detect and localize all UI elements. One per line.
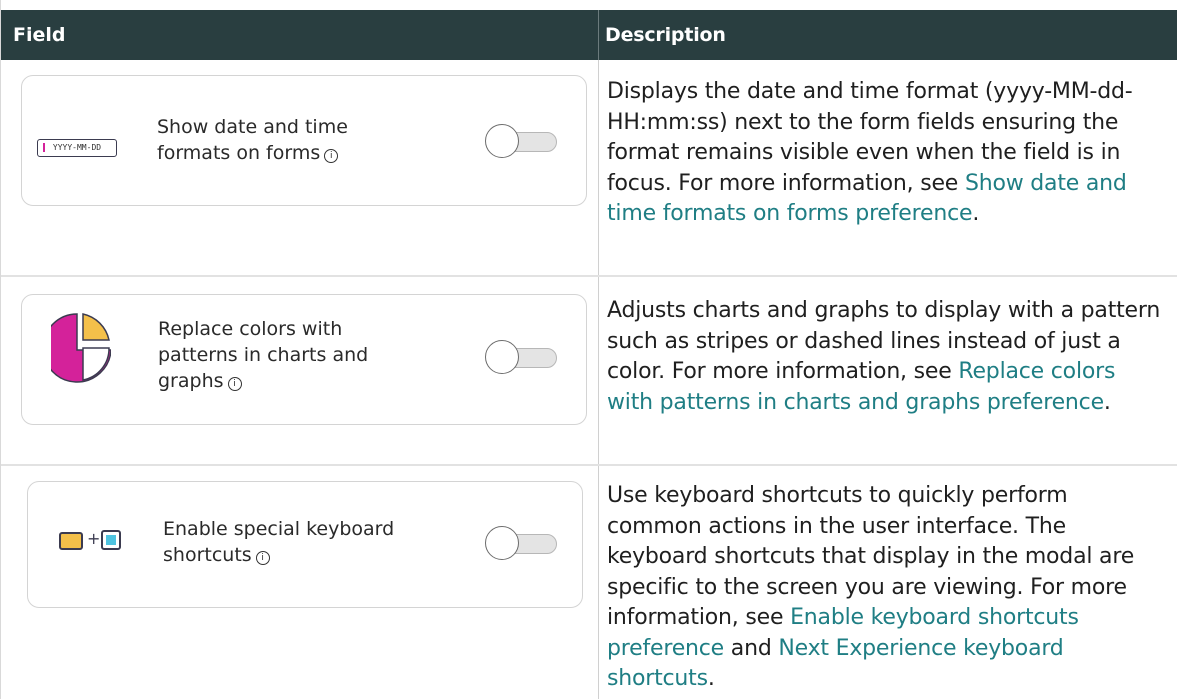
date-format-icon: YYYY-MM-DD (37, 139, 117, 157)
description-period: . (707, 666, 715, 691)
info-icon[interactable]: i (324, 149, 339, 163)
toggle-knob (485, 124, 519, 158)
keyboard-shortcuts-label-line2: shortcuts (163, 544, 252, 566)
description-period: . (1103, 389, 1111, 415)
row-divider (1, 464, 1177, 466)
keyboard-shortcuts-description: Use keyboard shortcuts to quickly perfor… (607, 481, 1167, 695)
description-period: . (972, 201, 980, 226)
patterns-label-line2: patterns in charts and (158, 344, 369, 366)
patterns-label-line1: Replace colors with (158, 318, 343, 340)
date-format-toggle[interactable] (485, 124, 559, 158)
patterns-description: Adjusts charts and graphs to display wit… (607, 296, 1167, 418)
keyboard-shortcuts-toggle[interactable] (485, 526, 559, 560)
pie-chart-icon (51, 313, 111, 383)
header-description: Description (605, 24, 726, 46)
key-icon (101, 530, 121, 550)
info-icon[interactable]: i (227, 377, 242, 391)
date-format-label: Show date and time formats on forms i (157, 114, 348, 166)
patterns-label-line3: graphs (158, 370, 224, 392)
patterns-label: Replace colors with patterns in charts a… (158, 316, 368, 394)
keyboard-shortcuts-label-line1: Enable special keyboard (163, 518, 395, 540)
table-header: Field Description (1, 10, 1177, 60)
plus-sign: + (87, 529, 101, 548)
description-conjunction: and (724, 635, 779, 661)
column-divider (598, 60, 599, 699)
date-format-label-line2: formats on forms (157, 142, 321, 164)
row-divider (1, 275, 1177, 277)
keyboard-icon (59, 532, 83, 550)
date-format-label-line1: Show date and time (157, 116, 348, 138)
header-column-divider (598, 10, 599, 60)
date-format-description: Displays the date and time format (yyyy-… (607, 77, 1167, 230)
patterns-toggle[interactable] (485, 340, 559, 374)
info-icon[interactable]: i (255, 551, 270, 565)
preferences-table: Field Description YYYY-MM-DD Show date a… (0, 0, 1177, 699)
date-format-icon-text: YYYY-MM-DD (52, 143, 102, 152)
toggle-knob (485, 340, 519, 374)
toggle-knob (485, 526, 519, 560)
header-field: Field (13, 24, 66, 46)
keyboard-shortcuts-label: Enable special keyboard shortcuts i (163, 516, 394, 568)
